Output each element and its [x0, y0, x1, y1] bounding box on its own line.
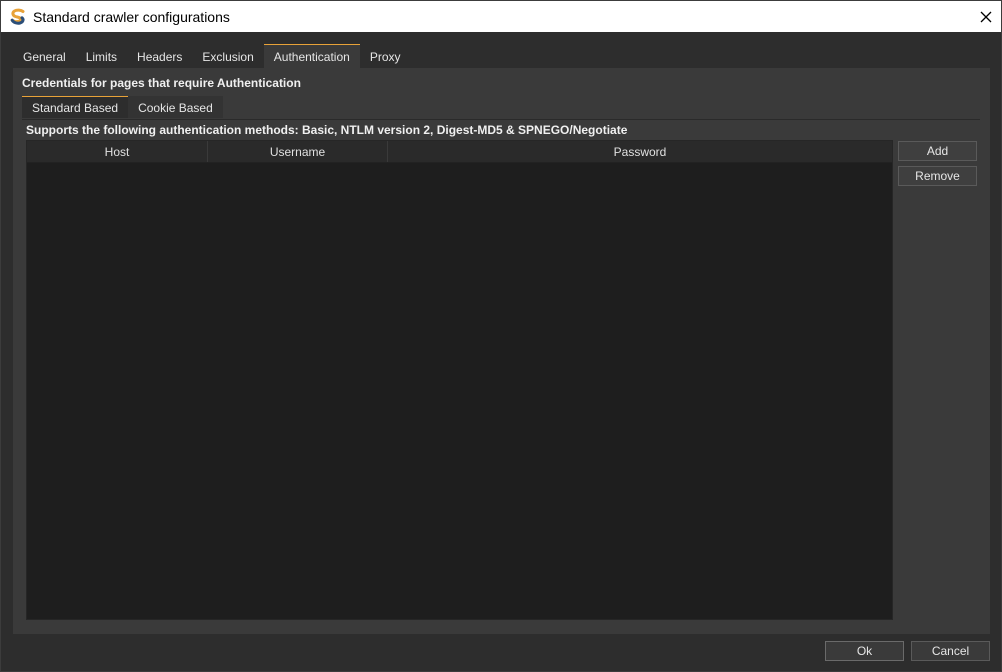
- title-bar: Standard crawler configurations: [1, 1, 1001, 32]
- tab-authentication[interactable]: Authentication: [263, 44, 360, 68]
- column-header-username[interactable]: Username: [208, 141, 388, 162]
- window-title: Standard crawler configurations: [33, 8, 230, 25]
- supported-methods-text: Supports the following authentication me…: [26, 123, 628, 137]
- app-s-logo-icon: [8, 7, 28, 27]
- close-icon: [980, 11, 992, 22]
- tab-limits[interactable]: Limits: [76, 44, 127, 68]
- column-header-host[interactable]: Host: [27, 141, 208, 162]
- cancel-button[interactable]: Cancel: [911, 641, 990, 661]
- column-header-password[interactable]: Password: [388, 141, 892, 162]
- ok-button[interactable]: Ok: [825, 641, 904, 661]
- close-button[interactable]: [971, 1, 1001, 32]
- add-button[interactable]: Add: [898, 141, 977, 161]
- subtab-standard-based[interactable]: Standard Based: [22, 96, 129, 118]
- tab-general[interactable]: General: [13, 44, 76, 68]
- table-header: Host Username Password: [27, 141, 892, 163]
- main-tab-bar: General Limits Headers Exclusion Authent…: [13, 44, 411, 68]
- tab-proxy[interactable]: Proxy: [360, 44, 411, 68]
- subtab-cookie-based[interactable]: Cookie Based: [128, 96, 223, 118]
- authentication-panel: Credentials for pages that require Authe…: [13, 68, 990, 634]
- remove-button[interactable]: Remove: [898, 166, 977, 186]
- dialog-window: Standard crawler configurations General …: [0, 0, 1002, 672]
- tab-headers[interactable]: Headers: [127, 44, 192, 68]
- credentials-table[interactable]: Host Username Password: [26, 140, 893, 620]
- tab-exclusion[interactable]: Exclusion: [192, 44, 263, 68]
- section-title: Credentials for pages that require Authe…: [22, 76, 301, 90]
- sub-tab-bar: Standard Based Cookie Based: [22, 96, 980, 120]
